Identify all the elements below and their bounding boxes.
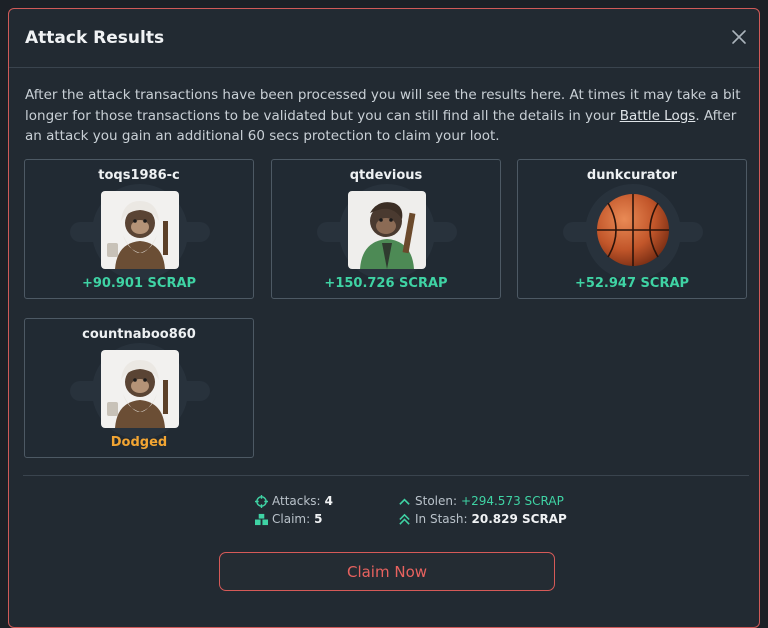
result-card: dunkcurator +52.947 SCRAP xyxy=(517,159,747,299)
attack-results-modal: Attack Results After the attack transact… xyxy=(8,8,760,628)
close-icon[interactable] xyxy=(729,27,749,47)
crosshair-icon xyxy=(255,494,268,508)
ape-wizard-avatar xyxy=(101,350,179,428)
claim-now-button[interactable]: Claim Now xyxy=(219,552,555,591)
result-card: countnaboo860 Dodged xyxy=(24,318,254,458)
stash-label: In Stash: xyxy=(415,512,468,526)
attacks-value: 4 xyxy=(324,494,333,508)
modal-description: After the attack transactions have been … xyxy=(25,85,745,147)
basketball-avatar xyxy=(594,191,672,269)
stolen-stat: Stolen: +294.573 SCRAP xyxy=(398,494,564,508)
divider xyxy=(23,475,749,476)
result-card-amount: +150.726 SCRAP xyxy=(324,276,448,291)
result-card-amount: +52.947 SCRAP xyxy=(574,276,690,291)
battle-logs-link[interactable]: Battle Logs xyxy=(620,108,696,124)
chevron-up-icon xyxy=(399,497,410,505)
modal-title: Attack Results xyxy=(25,28,165,48)
result-card-status: Dodged xyxy=(110,435,168,450)
result-card: qtdevious +150.726 SCRAP xyxy=(271,159,501,299)
stash-value: 20.829 SCRAP xyxy=(471,512,567,526)
result-card-amount: +90.901 SCRAP xyxy=(81,276,197,291)
attacks-label: Attacks: xyxy=(272,494,321,508)
boxes-icon xyxy=(255,513,268,525)
claim-value: 5 xyxy=(314,512,323,526)
stolen-label: Stolen: xyxy=(415,494,458,508)
result-card-name: dunkcurator xyxy=(586,168,678,183)
result-card-name: countnaboo860 xyxy=(82,327,196,342)
claim-stat: Claim: 5 xyxy=(255,512,323,526)
ape-green-jacket-avatar xyxy=(348,191,426,269)
result-card-name: toqs1986-c xyxy=(98,168,180,183)
stash-stat: In Stash: 20.829 SCRAP xyxy=(398,512,567,526)
stolen-value: +294.573 SCRAP xyxy=(461,494,564,508)
result-card: toqs1986-c +90.901 SCRAP xyxy=(24,159,254,299)
modal-header: Attack Results xyxy=(9,9,759,68)
attacks-stat: Attacks: 4 xyxy=(255,494,333,508)
claim-label: Claim: xyxy=(272,512,311,526)
double-chevron-up-icon xyxy=(399,513,410,525)
ape-wizard-avatar xyxy=(101,191,179,269)
result-card-name: qtdevious xyxy=(349,168,423,183)
